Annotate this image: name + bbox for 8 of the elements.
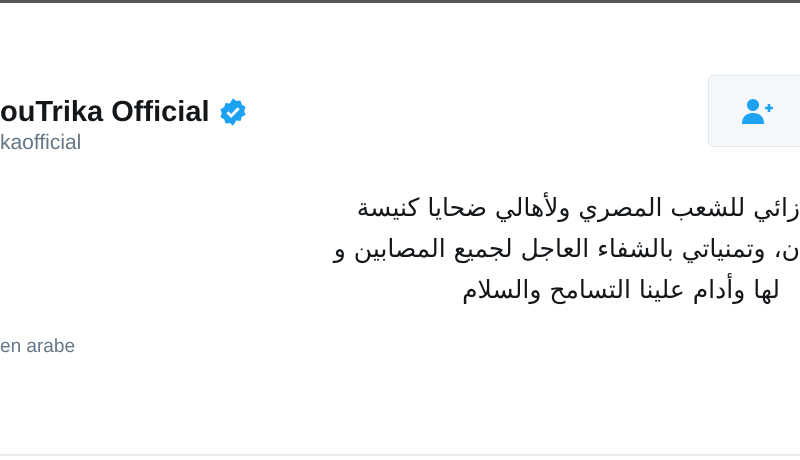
follow-button[interactable] xyxy=(708,75,800,147)
tweet-text-line: ن، وتمنياتي بالشفاء العاجل لجميع المصابين و xyxy=(334,233,800,266)
author-name[interactable]: ouTrika Official xyxy=(0,95,210,129)
add-user-icon xyxy=(741,98,773,124)
user-handle[interactable]: kaofficial xyxy=(0,129,248,157)
tweet-text-line: لها وأدام علينا التسامح والسلام xyxy=(462,272,780,306)
translate-link[interactable]: en arabe xyxy=(0,336,76,358)
tweet-text-line: زائي للشعب المصري ولأهالي ضحايا كنيسة xyxy=(356,191,800,224)
